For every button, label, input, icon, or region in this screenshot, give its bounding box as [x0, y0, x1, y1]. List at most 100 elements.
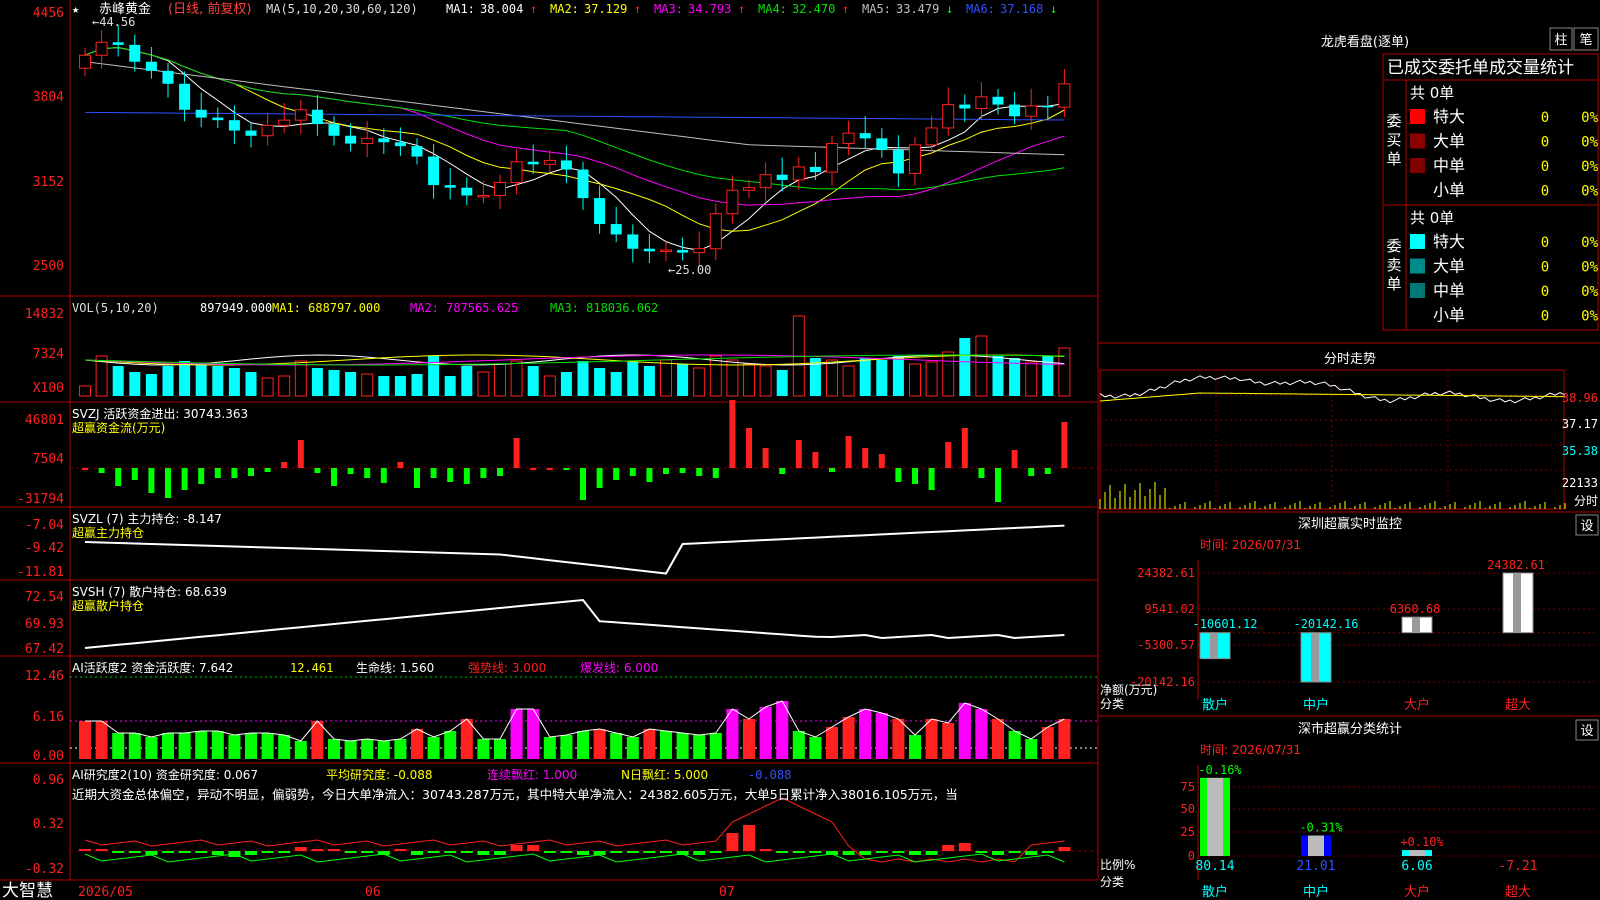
- buy-pct: 0%: [1581, 110, 1598, 126]
- ma-name: MA1:: [446, 2, 475, 16]
- research-bar-neg: [1008, 851, 1021, 853]
- star-icon: ★: [72, 2, 79, 16]
- vol-params: VOL(5,10,20): [72, 301, 159, 315]
- candle-down: [577, 169, 589, 199]
- svsh-panel[interactable]: [84, 598, 1065, 649]
- ai1-life: 生命线: 1.560: [356, 660, 434, 675]
- ai2-title: AI研究度2(10) 资金研究度: 0.067: [72, 767, 258, 782]
- ma-arrow: ↑: [842, 2, 849, 16]
- fund-flow-bar-in: [862, 448, 869, 468]
- activity-bar: [211, 731, 224, 759]
- candle-up: [278, 119, 291, 126]
- monitor-category: 超大: [1505, 698, 1531, 713]
- candle-up: [1025, 105, 1038, 117]
- intraday-tick: 37.17: [1562, 417, 1598, 431]
- ai1-burst: 爆发线: 6.000: [580, 660, 658, 675]
- candle-down: [394, 142, 406, 147]
- fund-flow-bar-in: [281, 462, 288, 468]
- stock-chart[interactable]: ←44.56←25.00 龙虎看盘(逐单) 柱笔已成交委托单成交量统计委买单委卖单…: [0, 0, 1600, 900]
- left-axis-tick: 7504: [33, 452, 64, 467]
- activity-bar: [626, 737, 639, 759]
- candle-down: [992, 96, 1004, 105]
- research-bar-neg: [460, 851, 473, 853]
- monitor-category: 大户: [1404, 697, 1430, 713]
- activity-bar: [660, 731, 672, 759]
- main-force-line: [84, 524, 1065, 575]
- classify-category: 散户: [1202, 884, 1228, 900]
- activity-bar-top: [759, 707, 772, 743]
- fund-flow-bar-in: [397, 462, 404, 468]
- monitor-tick: 24382.61: [1137, 566, 1195, 580]
- candle-up: [826, 143, 838, 173]
- buy-side-char: 委: [1386, 112, 1401, 130]
- left-axis-tick: -9.42: [25, 541, 64, 556]
- research-bar-pos: [942, 845, 955, 851]
- activity-bar: [344, 741, 357, 759]
- volume-bar-down: [212, 366, 224, 396]
- fund-flow-bar-in: [845, 436, 852, 468]
- research-bar-neg: [842, 851, 855, 855]
- svzl-panel[interactable]: [84, 524, 1065, 575]
- activity-bar: [577, 731, 589, 759]
- sell-color-swatch: [1410, 258, 1425, 274]
- volume-bar-up: [494, 363, 506, 397]
- research-bar-neg: [411, 851, 423, 855]
- classify-value-label: 80.14: [1195, 859, 1234, 874]
- fund-flow-bar-out: [712, 468, 719, 478]
- fund-flow-bar-out: [380, 468, 387, 483]
- classify-xlabel: 分类: [1100, 875, 1124, 889]
- buy-total: 共 0单: [1410, 84, 1454, 102]
- volume-bar-up: [709, 355, 722, 397]
- monitor-tick: 9541.02: [1144, 602, 1195, 616]
- intraday-tick: 38.96: [1562, 391, 1598, 405]
- candle-up: [743, 187, 755, 191]
- volume-bar-up: [925, 361, 938, 397]
- volume-bar-up: [477, 371, 490, 397]
- fund-flow-bar-out: [214, 468, 221, 478]
- fund-flow-bar-in: [546, 468, 553, 470]
- ma-name: MA3:: [654, 2, 683, 16]
- volume-panel[interactable]: [79, 315, 1071, 397]
- ma-line-2: [84, 46, 1065, 232]
- fund-flow-bar-out: [364, 468, 371, 478]
- activity-bar-top: [859, 709, 872, 743]
- research-bar-pos: [79, 849, 91, 851]
- classify-ylabel: 比例%: [1100, 858, 1135, 872]
- intraday-price-line: [1099, 375, 1566, 404]
- candle-down: [627, 234, 639, 249]
- classify-tick: 75: [1181, 780, 1195, 794]
- volume-bar-up: [909, 363, 921, 397]
- volume-bar-down: [627, 362, 639, 396]
- candle-down: [245, 130, 257, 136]
- tab-bar-label: 柱: [1554, 33, 1567, 48]
- research-bar-neg: [925, 851, 938, 855]
- volume-bar-down: [311, 368, 323, 396]
- candle-down: [876, 138, 888, 151]
- candle-down: [959, 104, 971, 109]
- ai-research-panel[interactable]: [70, 797, 1098, 863]
- fund-flow-bar-out: [198, 468, 205, 484]
- monitor-bar-shade: [1210, 632, 1218, 659]
- candle-up: [842, 132, 855, 145]
- volume-bar-down: [345, 372, 357, 396]
- fund-flow-bar-in: [1011, 450, 1018, 468]
- fund-flow-bar-out: [98, 468, 105, 473]
- ai-activity-panel[interactable]: [70, 676, 1098, 759]
- volume-bar-up: [759, 365, 772, 397]
- activity-bar: [79, 721, 91, 759]
- activity-bar: [892, 719, 905, 759]
- fund-flow-bar-in: [762, 448, 769, 468]
- activity-bar: [228, 735, 241, 759]
- activity-bar: [95, 721, 108, 759]
- classify-category: 大户: [1404, 884, 1430, 900]
- left-axis-tick: 67.42: [25, 642, 64, 657]
- price-panel[interactable]: ←44.56 ←25.00: [79, 15, 1071, 277]
- sell-total: 共 0单: [1410, 209, 1454, 227]
- research-bar-neg: [975, 851, 988, 853]
- fund-flow-bar-out: [995, 468, 1001, 502]
- fund-flow-bar-out: [131, 468, 138, 480]
- volume-bar-down: [328, 370, 340, 396]
- left-axis-tick: -31794: [17, 492, 64, 507]
- volume-bar-down: [594, 368, 606, 396]
- fund-flow-bar-out: [231, 468, 238, 478]
